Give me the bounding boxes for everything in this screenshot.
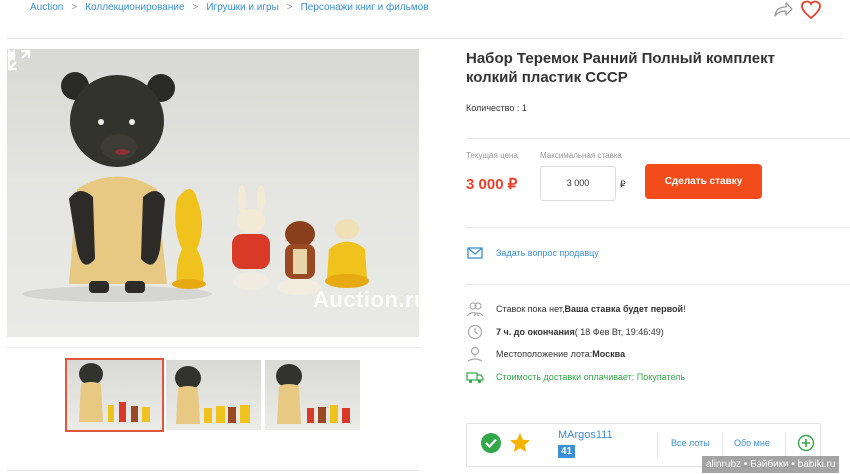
small-figure (325, 219, 369, 288)
squirrel-figure (172, 189, 206, 289)
bids-suffix: ! (683, 304, 686, 314)
clock-icon (467, 324, 483, 340)
delivery-info[interactable]: Стоимость доставки оплачивает: Покупател… (496, 372, 685, 382)
bear-figure (61, 72, 175, 293)
current-price-label: Текущая цена (466, 151, 518, 160)
ask-seller-link[interactable]: Задать вопрос продавцу (496, 248, 599, 258)
max-bid-input[interactable]: 3 000 (540, 166, 616, 201)
seller-name[interactable]: MArgos111 (558, 429, 613, 441)
time-row: 7 ч. до окончания ( 18 Фев Вт, 19:46:49) (466, 324, 664, 340)
breadcrumb-item-toys[interactable]: Игрушки и игры (206, 2, 278, 13)
divider (466, 138, 850, 139)
envelope-icon (467, 247, 483, 259)
main-photo[interactable]: Auction.ru (7, 49, 419, 337)
share-icon[interactable] (772, 0, 794, 18)
users-icon (466, 302, 484, 317)
photo-watermark: Auction.ru (313, 287, 419, 312)
location-row: Местоположение лота: Москва (466, 346, 625, 362)
thumbnail-1[interactable] (65, 358, 164, 432)
divider (7, 38, 843, 39)
heart-icon[interactable] (800, 0, 822, 20)
lot-quantity: Количество : 1 (466, 103, 527, 113)
time-remaining: 7 ч. до окончания (496, 327, 575, 337)
hare-figure (232, 185, 270, 290)
delivery-row[interactable]: Стоимость доставки оплачивает: Покупател… (466, 369, 685, 385)
breadcrumb-separator: > (192, 1, 199, 13)
divider (466, 284, 850, 285)
breadcrumb-item-characters[interactable]: Персонажи книг и фильмов (301, 2, 429, 13)
breadcrumb-separator: > (71, 1, 78, 13)
currency-sign: ₽ (620, 179, 626, 189)
end-date: ( 18 Фев Вт, 19:46:49) (574, 327, 664, 337)
all-lots-link[interactable]: Все лоты (671, 438, 710, 448)
footer-watermark: alinrubz • Бэйбики • babiki.ru (702, 456, 840, 473)
divider (7, 470, 419, 471)
bids-row: Ставок пока нет, Ваша ставка будет перво… (466, 301, 686, 317)
divider (7, 347, 419, 348)
location-pin-icon (467, 346, 483, 362)
thumbnail-2[interactable] (166, 360, 261, 430)
plus-circle-icon[interactable] (797, 434, 815, 452)
bids-prefix: Ставок пока нет, (496, 304, 565, 314)
place-bid-button[interactable]: Сделать ставку (645, 164, 762, 199)
breadcrumb-item-collecting[interactable]: Коллекционирование (85, 2, 184, 13)
fox-figure (277, 221, 321, 295)
max-bid-label: Максимальная ставка (540, 151, 622, 160)
seller-rating-badge: 41 (558, 445, 576, 458)
breadcrumb-separator: > (286, 1, 293, 13)
lot-title: Набор Теремок Ранний Полный комплект кол… (466, 50, 775, 86)
ask-seller-row[interactable]: Задать вопрос продавцу (466, 245, 599, 261)
check-circle-icon (481, 433, 501, 453)
truck-icon (466, 372, 484, 384)
current-price: 3 000 ₽ (466, 176, 518, 193)
thumbnail-3[interactable] (265, 360, 360, 430)
breadcrumb: Auction > Коллекционирование > Игрушки и… (30, 0, 429, 14)
location-value: Москва (592, 349, 626, 359)
star-icon (510, 433, 530, 452)
about-seller-link[interactable]: Обо мне (734, 438, 770, 448)
location-label: Местоположение лота: (496, 349, 593, 359)
divider (466, 227, 850, 228)
divider (785, 432, 786, 458)
breadcrumb-item-auction[interactable]: Auction (30, 2, 63, 13)
chevron-right-icon[interactable] (7, 49, 17, 63)
divider (722, 432, 723, 458)
bids-highlight: Ваша ставка будет первой (564, 304, 684, 314)
divider (657, 432, 658, 458)
